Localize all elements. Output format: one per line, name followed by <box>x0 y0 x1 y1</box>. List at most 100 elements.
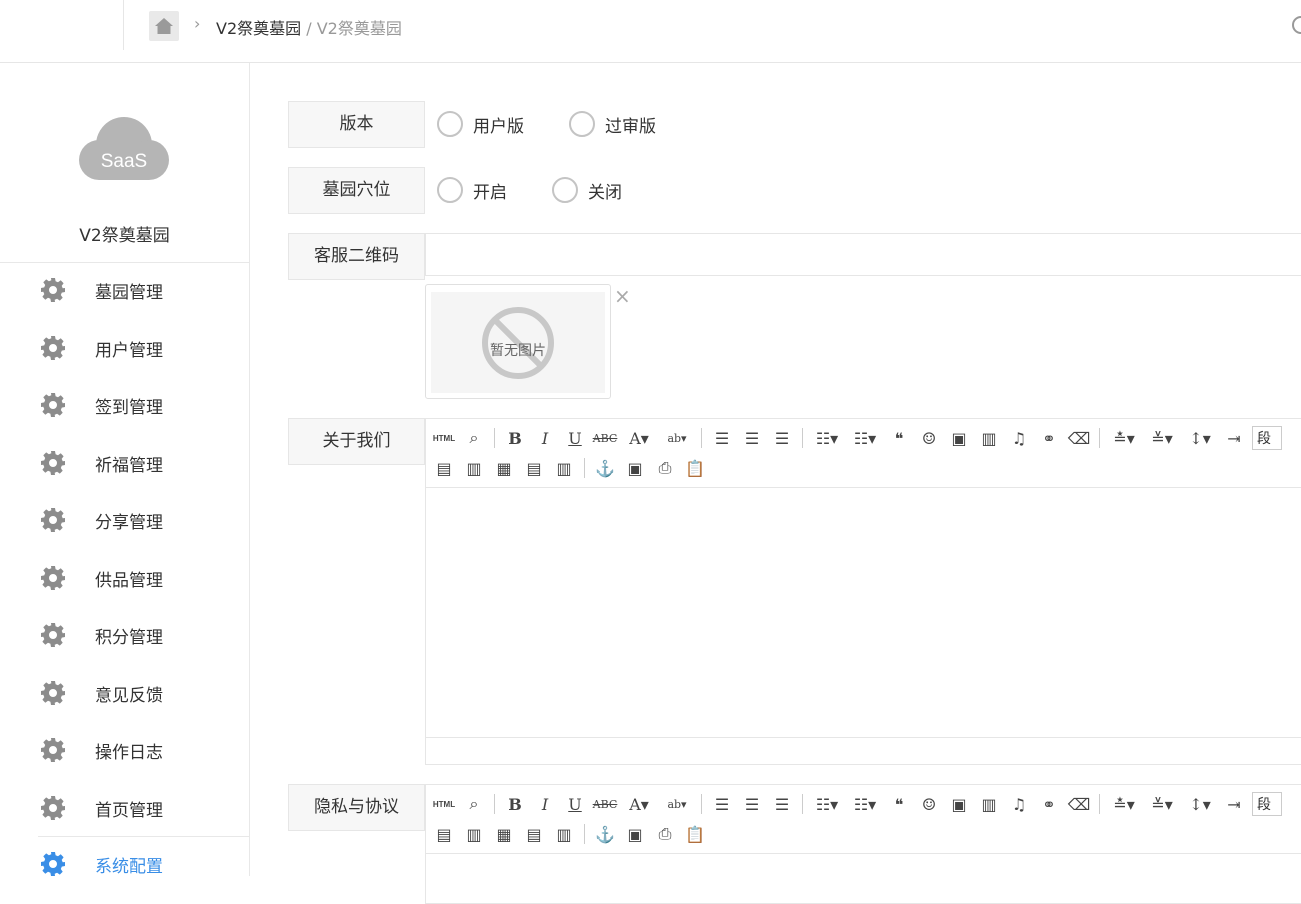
sidebar-item-offerings[interactable]: 供品管理 <box>0 558 249 598</box>
sidebar-item-system-config[interactable]: 系统配置 <box>0 844 249 884</box>
sidebar-item-label: 供品管理 <box>95 571 163 591</box>
table-insert-row-icon[interactable]: ▤ <box>432 823 456 845</box>
version-option-review[interactable]: 过审版 <box>569 111 656 137</box>
video-icon[interactable]: ▥ <box>977 793 1001 815</box>
anchor-icon[interactable]: ⚓ <box>593 457 617 479</box>
paste-icon[interactable]: 📋 <box>683 823 707 845</box>
sidebar-item-blessing[interactable]: 祈福管理 <box>0 443 249 483</box>
emoji-icon[interactable]: ☺ <box>917 427 941 449</box>
music-icon[interactable]: ♫ <box>1007 793 1031 815</box>
version-option-user[interactable]: 用户版 <box>437 111 524 137</box>
template-icon[interactable]: ▣ <box>623 823 647 845</box>
unordered-list-icon[interactable]: ☷▾ <box>849 427 881 449</box>
table-insert-col-icon[interactable]: ▥ <box>462 457 486 479</box>
image-upload-preview[interactable]: 暂无图片 <box>425 284 611 399</box>
preview-icon[interactable]: ⌕ <box>462 793 486 815</box>
image-icon[interactable]: ▣ <box>947 793 971 815</box>
table-delete-col-icon[interactable]: ▥ <box>552 457 576 479</box>
anchor-icon[interactable]: ⚓ <box>593 823 617 845</box>
table-delete-col-icon[interactable]: ▥ <box>552 823 576 845</box>
radio-circle[interactable] <box>437 111 463 137</box>
sidebar-item-homepage[interactable]: 首页管理 <box>0 788 249 828</box>
radio-circle[interactable] <box>437 177 463 203</box>
table-icon[interactable]: ▦ <box>492 823 516 845</box>
emoji-icon[interactable]: ☺ <box>917 793 941 815</box>
service-qr-input[interactable] <box>425 233 1301 276</box>
font-color-icon[interactable]: A▾ <box>623 427 655 449</box>
align-center-icon[interactable]: ☰ <box>740 427 764 449</box>
underline-icon[interactable]: U <box>563 427 587 449</box>
font-color-icon[interactable]: A▾ <box>623 793 655 815</box>
strikethrough-icon[interactable]: ABC <box>593 427 618 449</box>
table-insert-col-icon[interactable]: ▥ <box>462 823 486 845</box>
html-source-button[interactable]: HTML <box>432 427 456 449</box>
highlight-color-icon[interactable]: ab▾ <box>661 793 693 815</box>
gear-icon <box>41 566 65 590</box>
eraser-icon[interactable]: ⌫ <box>1067 793 1091 815</box>
cemetery-slots-option-off[interactable]: 关闭 <box>552 177 622 203</box>
music-icon[interactable]: ♫ <box>1007 427 1031 449</box>
line-height-icon[interactable]: ↕▾ <box>1184 793 1216 815</box>
link-icon[interactable]: ⚭ <box>1037 427 1061 449</box>
paste-icon[interactable]: 📋 <box>683 457 707 479</box>
italic-icon[interactable]: I <box>533 427 557 449</box>
sidebar-item-share[interactable]: 分享管理 <box>0 500 249 540</box>
radio-circle[interactable] <box>552 177 578 203</box>
italic-icon[interactable]: I <box>533 793 557 815</box>
sidebar-item-label: 意见反馈 <box>95 686 163 706</box>
align-right-icon[interactable]: ☰ <box>770 427 794 449</box>
sidebar-item-label: 墓园管理 <box>95 283 163 303</box>
underline-icon[interactable]: U <box>563 793 587 815</box>
template-icon[interactable]: ▣ <box>623 457 647 479</box>
bold-icon[interactable]: B <box>503 427 527 449</box>
line-height-icon[interactable]: ↕▾ <box>1184 427 1216 449</box>
indent-icon[interactable]: ⇥ <box>1222 793 1246 815</box>
paragraph-spacing-bottom-icon[interactable]: ≚▾ <box>1146 793 1178 815</box>
eraser-icon[interactable]: ⌫ <box>1067 427 1091 449</box>
breadcrumb-parent[interactable]: V2祭奠墓园 <box>216 19 301 38</box>
close-icon[interactable]: × <box>614 284 631 308</box>
cemetery-slots-option-on[interactable]: 开启 <box>437 177 507 203</box>
indent-icon[interactable]: ⇥ <box>1222 427 1246 449</box>
sidebar-item-cemetery[interactable]: 墓园管理 <box>0 270 249 310</box>
table-icon[interactable]: ▦ <box>492 457 516 479</box>
sidebar-item-users[interactable]: 用户管理 <box>0 328 249 368</box>
sidebar-item-label: 积分管理 <box>95 628 163 648</box>
image-icon[interactable]: ▣ <box>947 427 971 449</box>
paragraph-spacing-top-icon[interactable]: ≛▾ <box>1108 427 1140 449</box>
home-button[interactable] <box>149 11 179 41</box>
sidebar-item-logs[interactable]: 操作日志 <box>0 730 249 770</box>
print-icon[interactable]: ⎙ <box>653 457 677 479</box>
sidebar-item-feedback[interactable]: 意见反馈 <box>0 673 249 713</box>
strikethrough-icon[interactable]: ABC <box>593 793 618 815</box>
link-icon[interactable]: ⚭ <box>1037 793 1061 815</box>
sidebar-item-checkin[interactable]: 签到管理 <box>0 385 249 425</box>
paragraph-spacing-bottom-icon[interactable]: ≚▾ <box>1146 427 1178 449</box>
settings-icon[interactable] <box>1292 16 1301 34</box>
about-us-editor[interactable]: HTML ⌕ B I U ABC A▾ ab▾ ☰ ☰ ☰ ☷▾ ☷▾ ❝ ☺ … <box>425 418 1301 765</box>
align-center-icon[interactable]: ☰ <box>740 793 764 815</box>
privacy-editor[interactable]: HTML ⌕ B I U ABC A▾ ab▾ ☰ ☰ ☰ ☷▾ ☷▾ ❝ ☺ … <box>425 784 1301 904</box>
align-right-icon[interactable]: ☰ <box>770 793 794 815</box>
ordered-list-icon[interactable]: ☷▾ <box>811 793 843 815</box>
html-source-button[interactable]: HTML <box>432 793 456 815</box>
video-icon[interactable]: ▥ <box>977 427 1001 449</box>
table-delete-row-icon[interactable]: ▤ <box>522 823 546 845</box>
blockquote-icon[interactable]: ❝ <box>887 793 911 815</box>
table-delete-row-icon[interactable]: ▤ <box>522 457 546 479</box>
align-left-icon[interactable]: ☰ <box>710 427 734 449</box>
sidebar-item-points[interactable]: 积分管理 <box>0 615 249 655</box>
blockquote-icon[interactable]: ❝ <box>887 427 911 449</box>
bold-icon[interactable]: B <box>503 793 527 815</box>
unordered-list-icon[interactable]: ☷▾ <box>849 793 881 815</box>
ordered-list-icon[interactable]: ☷▾ <box>811 427 843 449</box>
align-left-icon[interactable]: ☰ <box>710 793 734 815</box>
print-icon[interactable]: ⎙ <box>653 823 677 845</box>
radio-circle[interactable] <box>569 111 595 137</box>
table-insert-row-icon[interactable]: ▤ <box>432 457 456 479</box>
paragraph-format-select[interactable]: 段 <box>1252 426 1282 450</box>
paragraph-spacing-top-icon[interactable]: ≛▾ <box>1108 793 1140 815</box>
highlight-color-icon[interactable]: ab▾ <box>661 427 693 449</box>
paragraph-format-select[interactable]: 段 <box>1252 792 1282 816</box>
preview-icon[interactable]: ⌕ <box>462 427 486 449</box>
